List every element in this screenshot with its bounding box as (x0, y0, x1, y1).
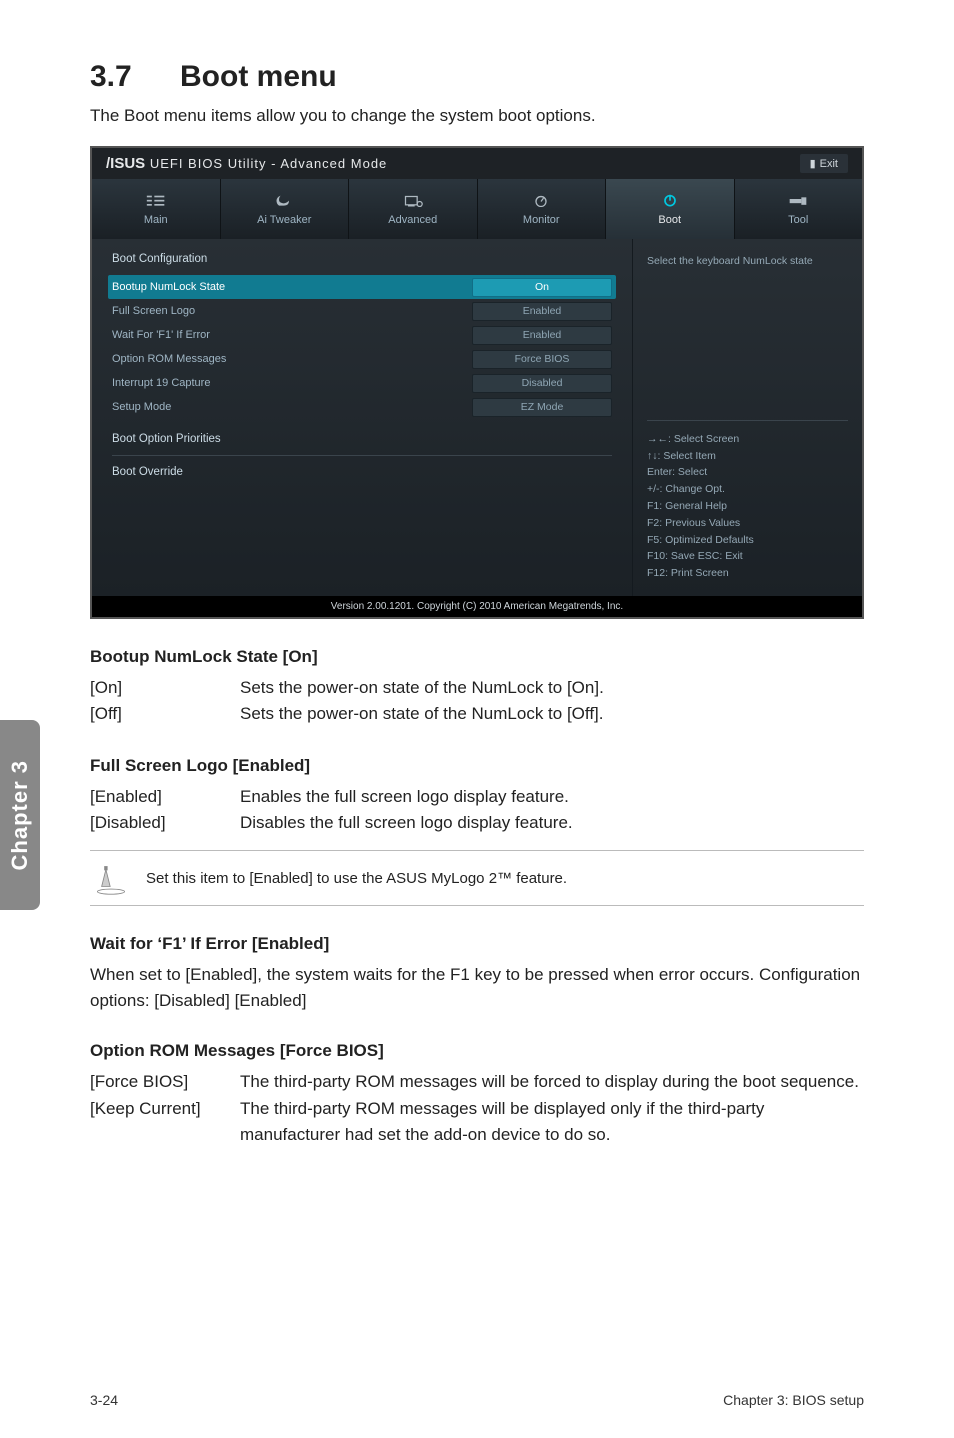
row-numlock-label: Bootup NumLock State (112, 281, 472, 293)
bios-titlebar: /ISUS UEFI BIOS Utility - Advanced Mode … (92, 148, 862, 179)
bios-window: /ISUS UEFI BIOS Utility - Advanced Mode … (90, 146, 864, 619)
s2-v1: Enables the full screen logo display fea… (240, 784, 864, 810)
row-f1-value[interactable]: Enabled (472, 326, 612, 345)
row-setup-label: Setup Mode (112, 401, 472, 413)
monitor-icon (531, 193, 551, 209)
s3-para: When set to [Enabled], the system waits … (90, 962, 864, 1013)
page-title: 3.7Boot menu (90, 60, 864, 94)
bios-footer: Version 2.00.1201. Copyright (C) 2010 Am… (92, 596, 862, 617)
help-key-i: F12: Print Screen (647, 565, 848, 582)
bios-left-pane: Boot Configuration Bootup NumLock State … (92, 239, 632, 596)
bios-logo: /ISUS UEFI BIOS Utility - Advanced Mode (106, 155, 387, 172)
help-key-h: F10: Save ESC: Exit (647, 548, 848, 565)
row-oprom-label: Option ROM Messages (112, 353, 472, 365)
row-f1-label: Wait For 'F1' If Error (112, 329, 472, 341)
pencil-icon (94, 861, 128, 895)
bios-utility-name: UEFI BIOS Utility - Advanced Mode (150, 156, 387, 171)
exit-icon: ▮ (810, 157, 816, 170)
sect-oprom-title: Option ROM Messages [Force BIOS] (90, 1041, 864, 1061)
tab-tool-label: Tool (788, 214, 808, 226)
help-key-b: ↑↓: Select Item (647, 448, 848, 465)
sect-f1-title: Wait for ‘F1’ If Error [Enabled] (90, 934, 864, 954)
tab-tweaker-label: Ai Tweaker (257, 214, 311, 226)
row-numlock[interactable]: Bootup NumLock State On (108, 275, 616, 299)
s2-k1: [Enabled] (90, 784, 240, 810)
help-key-e: F1: General Help (647, 498, 848, 515)
sect-logo-title: Full Screen Logo [Enabled] (90, 756, 864, 776)
tab-tweaker[interactable]: Ai Tweaker (221, 179, 350, 239)
row-logo-value[interactable]: Enabled (472, 302, 612, 321)
row-logo[interactable]: Full Screen Logo Enabled (112, 299, 612, 323)
section-title: Boot menu (180, 60, 337, 93)
chapter-sidebar-label: Chapter 3 (7, 760, 33, 870)
boot-priorities-header: Boot Option Priorities (112, 433, 612, 445)
tab-advanced[interactable]: Advanced (349, 179, 478, 239)
chapter-sidebar: Chapter 3 (0, 720, 40, 910)
s4-v2: The third-party ROM messages will be dis… (240, 1096, 864, 1149)
row-int19-label: Interrupt 19 Capture (112, 377, 472, 389)
help-description: Select the keyboard NumLock state (647, 253, 848, 270)
advanced-icon (403, 193, 423, 209)
row-oprom[interactable]: Option ROM Messages Force BIOS (112, 347, 612, 371)
exit-button[interactable]: ▮ Exit (800, 154, 848, 173)
row-logo-label: Full Screen Logo (112, 305, 472, 317)
tool-icon (788, 193, 808, 209)
tab-boot-label: Boot (658, 214, 681, 226)
s1-v2: Sets the power-on state of the NumLock t… (240, 701, 864, 727)
tab-main-label: Main (144, 214, 168, 226)
bios-help-pane: Select the keyboard NumLock state →←: Se… (632, 239, 862, 596)
help-key-f: F2: Previous Values (647, 515, 848, 532)
s4-v1: The third-party ROM messages will be for… (240, 1069, 864, 1095)
tweaker-icon (274, 193, 294, 209)
tab-main[interactable]: Main (92, 179, 221, 239)
row-f1[interactable]: Wait For 'F1' If Error Enabled (112, 323, 612, 347)
tab-monitor[interactable]: Monitor (478, 179, 607, 239)
tab-monitor-label: Monitor (523, 214, 560, 226)
tab-advanced-label: Advanced (388, 214, 437, 226)
section-number: 3.7 (90, 60, 180, 94)
row-int19-value[interactable]: Disabled (472, 374, 612, 393)
s2-k2: [Disabled] (90, 810, 240, 836)
s4-k1: [Force BIOS] (90, 1069, 240, 1095)
boot-override-header: Boot Override (112, 466, 612, 478)
page-footer: 3-24 Chapter 3: BIOS setup (90, 1392, 864, 1408)
s2-v2: Disables the full screen logo display fe… (240, 810, 864, 836)
s4-k2: [Keep Current] (90, 1096, 240, 1149)
help-key-a: →←: Select Screen (647, 431, 848, 448)
note-text: Set this item to [Enabled] to use the AS… (146, 870, 567, 887)
exit-label: Exit (820, 158, 838, 170)
footer-right: Chapter 3: BIOS setup (723, 1392, 864, 1408)
help-key-c: Enter: Select (647, 464, 848, 481)
sect-numlock-title: Bootup NumLock State [On] (90, 647, 864, 667)
row-int19[interactable]: Interrupt 19 Capture Disabled (112, 371, 612, 395)
intro-text: The Boot menu items allow you to change … (90, 106, 864, 126)
help-key-d: +/-: Change Opt. (647, 481, 848, 498)
row-setup[interactable]: Setup Mode EZ Mode (112, 395, 612, 419)
boot-icon (660, 193, 680, 209)
row-numlock-value[interactable]: On (472, 278, 612, 297)
s1-k1: [On] (90, 675, 240, 701)
note-box: Set this item to [Enabled] to use the AS… (90, 850, 864, 906)
tab-tool[interactable]: Tool (735, 179, 863, 239)
boot-configuration-header: Boot Configuration (112, 253, 612, 265)
tab-boot[interactable]: Boot (606, 179, 735, 239)
bios-divider (112, 455, 612, 456)
s1-v1: Sets the power-on state of the NumLock t… (240, 675, 864, 701)
footer-left: 3-24 (90, 1392, 118, 1408)
main-icon (146, 193, 166, 209)
help-key-g: F5: Optimized Defaults (647, 532, 848, 549)
s1-k2: [Off] (90, 701, 240, 727)
row-oprom-value[interactable]: Force BIOS (472, 350, 612, 369)
row-setup-value[interactable]: EZ Mode (472, 398, 612, 417)
bios-tabs: Main Ai Tweaker Advanced Monitor Boot To… (92, 179, 862, 239)
help-divider (647, 420, 848, 421)
